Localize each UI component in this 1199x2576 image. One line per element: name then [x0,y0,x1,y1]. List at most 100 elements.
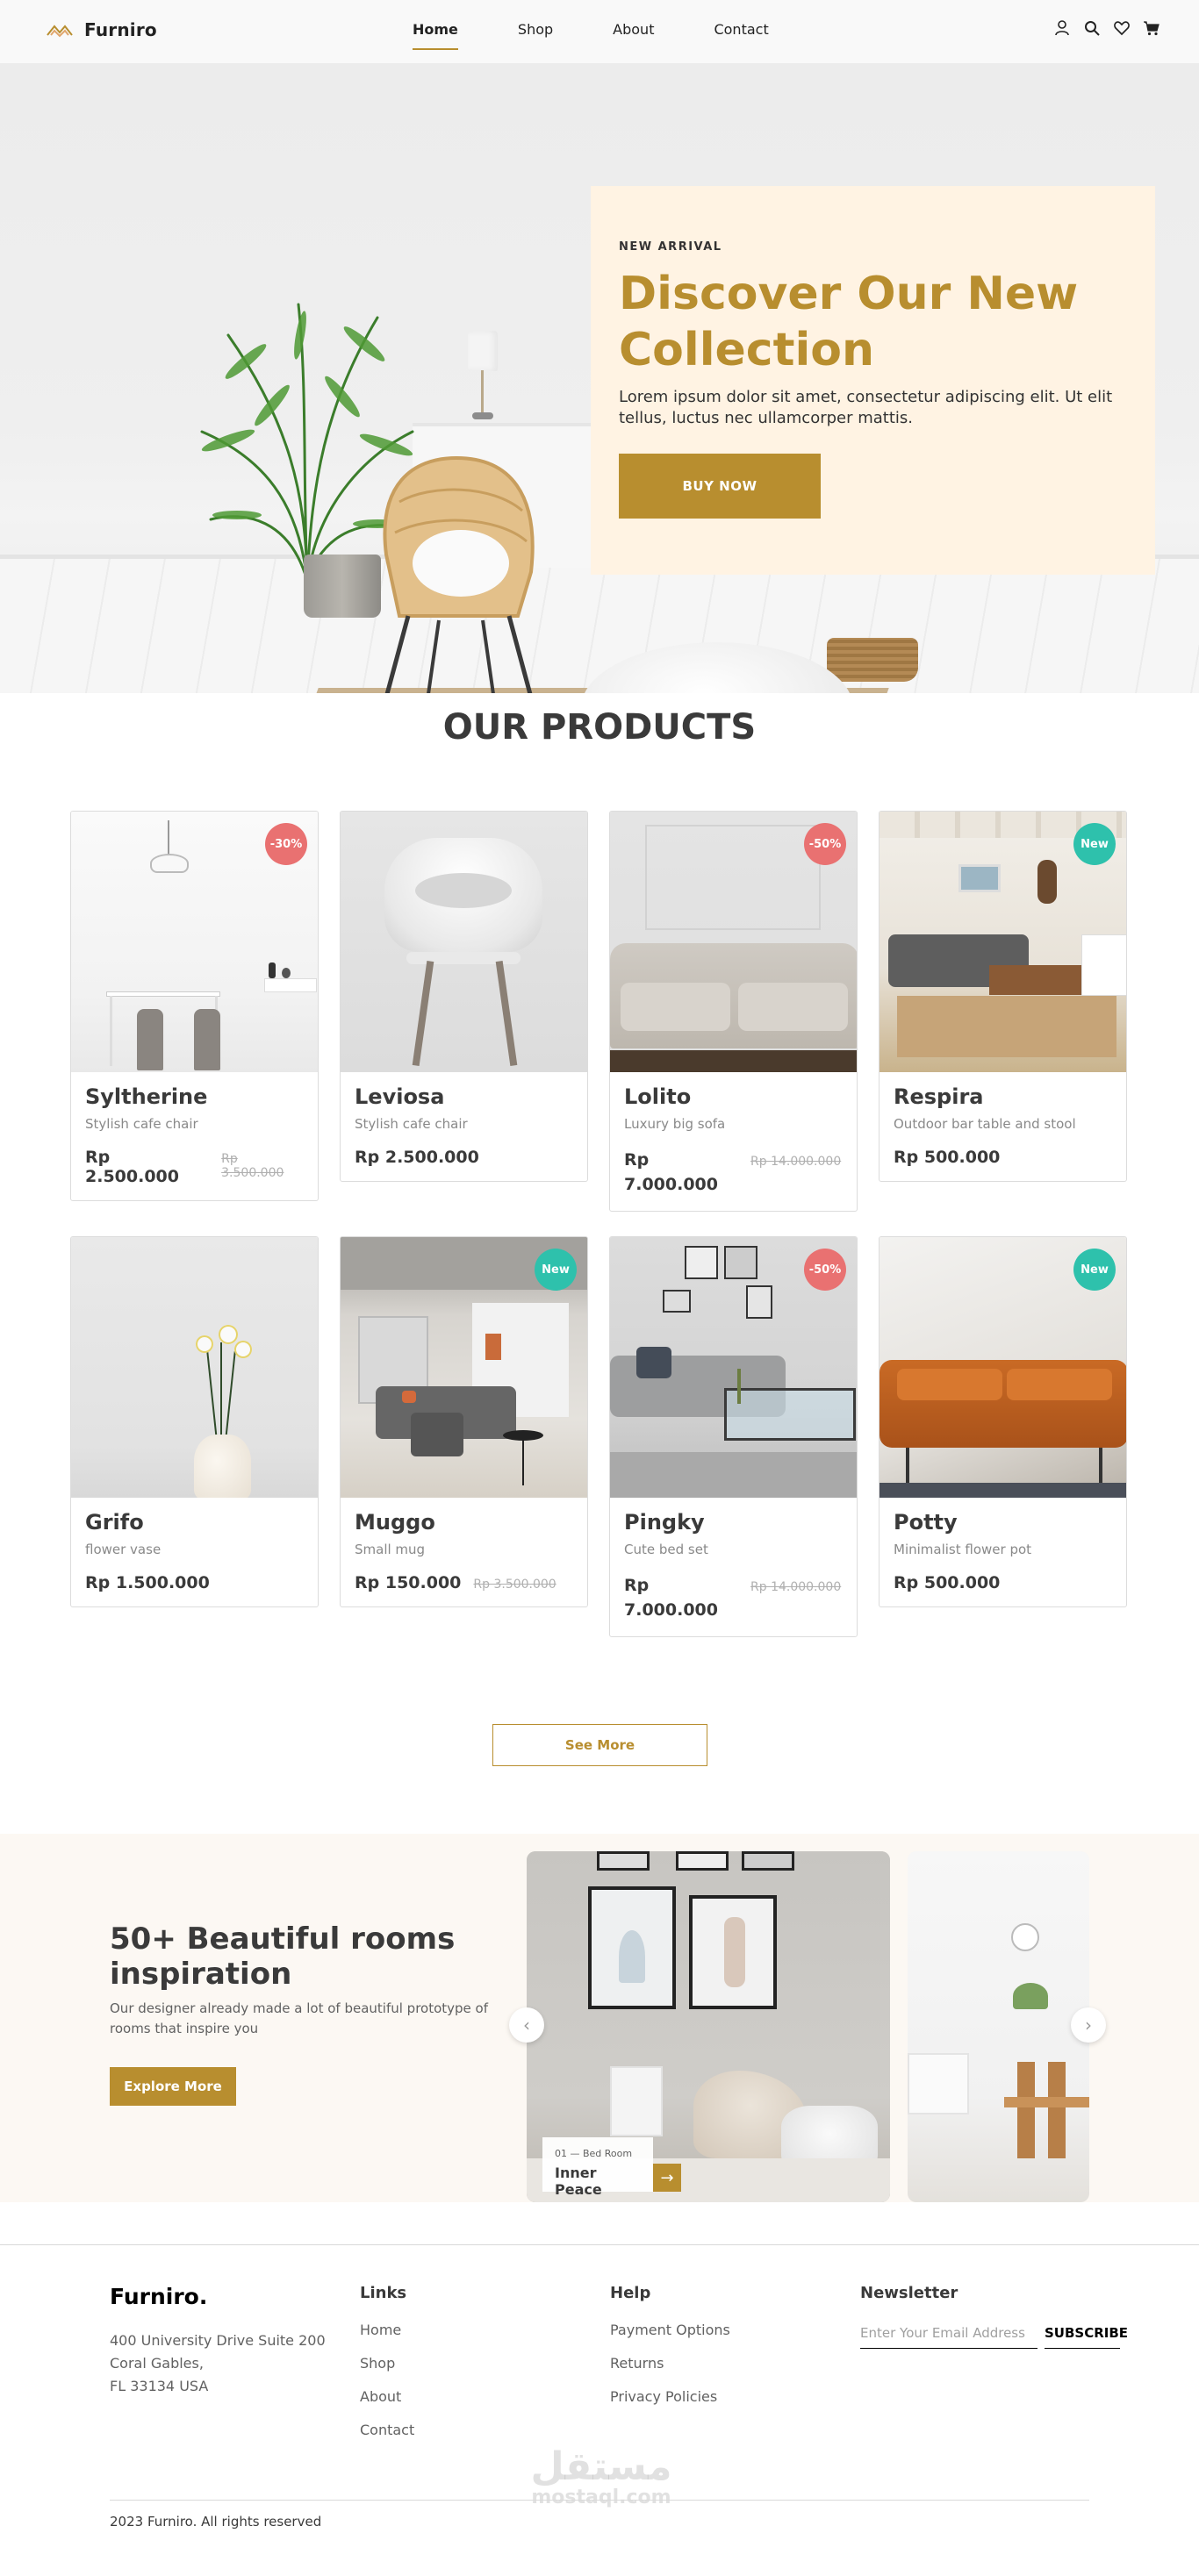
newsletter-email-input[interactable] [860,2322,1037,2349]
product-card[interactable]: Grifo flower vase Rp 1.500.000 [70,1236,319,1607]
product-old-price: Rp 3.500.000 [473,1578,556,1592]
product-image [71,1237,318,1498]
product-name: Syltherine [85,1084,208,1109]
product-old-price: Rp 14.000.000 [750,1155,842,1169]
product-name: Muggo [355,1510,435,1535]
hero-lamp-pole [481,370,484,414]
product-card[interactable]: New Muggo Small mug Rp 150.000 Rp 3.500.… [340,1236,588,1607]
product-name: Respira [894,1084,984,1109]
product-image: -50% [610,1237,857,1498]
footer-link-contact[interactable]: Contact [360,2422,414,2438]
hero-basket [827,638,918,682]
footer-help: Help Payment Options Returns Privacy Pol… [610,2284,730,2405]
footer-links: Links Home Shop About Contact [360,2284,414,2438]
hero-eyebrow: New Arrival [619,240,722,254]
room-slide-category: 01 — Bed Room [555,2148,633,2159]
products-section: OUR PRODUCTS -30% Syltherine Stylish caf… [0,693,1199,1897]
product-desc: Minimalist flower pot [894,1542,1032,1557]
rooms-title: 50+ Beautiful rooms inspiration [110,1921,456,1992]
footer-help-heading: Help [610,2284,651,2302]
discount-badge: -50% [804,1249,846,1291]
product-card[interactable]: Leviosa Stylish cafe chair Rp 2.500.000 [340,811,588,1182]
heart-icon[interactable] [1113,19,1131,37]
product-image: -50% [610,812,857,1072]
footer-link-about[interactable]: About [360,2388,414,2405]
search-icon[interactable] [1083,19,1101,37]
see-more-button[interactable]: See More [492,1724,707,1766]
nav-shop[interactable]: Shop [518,21,553,50]
discount-badge: -30% [265,823,307,865]
product-image: New [341,1237,587,1498]
product-name: Lolito [624,1084,692,1109]
nav-contact[interactable]: Contact [714,21,768,50]
nav-about[interactable]: About [613,21,654,50]
footer-link-shop[interactable]: Shop [360,2355,414,2372]
product-image [341,812,587,1072]
carousel-next-button[interactable]: › [1071,2007,1106,2043]
copyright: 2023 Furniro. All rights reserved [110,2514,322,2529]
product-desc: Cute bed set [624,1542,708,1557]
footer-link-returns[interactable]: Returns [610,2355,730,2372]
room-slide-label: 01 — Bed Room Inner Peace [542,2137,653,2198]
rooms-desc: Our designer already made a lot of beaut… [110,2000,489,2036]
arrow-right-icon[interactable]: → [653,2164,681,2192]
footer-link-home[interactable]: Home [360,2322,414,2338]
nav-icons [1053,19,1160,37]
product-card[interactable]: New Potty Minimalist flower pot Rp 500.0… [879,1236,1127,1607]
main-menu: Home Shop About Contact [413,21,829,50]
product-desc: Stylish cafe chair [355,1116,468,1132]
user-icon[interactable] [1053,19,1071,37]
hero-title: Discover Our New Collection [619,268,1079,376]
logo[interactable]: Furniro [46,19,157,40]
product-price: Rp 7.000.000 [624,1576,718,1620]
product-card[interactable]: -50% Lolito Luxury big sofa Rp 7.000.000… [609,811,858,1212]
hero-section: New Arrival Discover Our New Collection … [0,63,1199,693]
address-line: 400 University Drive Suite 200 [110,2332,326,2349]
product-image: New [880,812,1126,1072]
rooms-text: 50+ Beautiful rooms inspiration Our desi… [110,1921,505,2106]
footer-link-privacy-policies[interactable]: Privacy Policies [610,2388,730,2405]
product-name: Leviosa [355,1084,445,1109]
new-badge: New [1073,1249,1116,1291]
room-slide-main[interactable]: 01 — Bed Room Inner Peace → [527,1851,890,2202]
product-price: Rp 500.000 [894,1573,1001,1592]
product-name: Pingky [624,1510,705,1535]
hero-lamp-base [472,412,493,419]
watermark-domain: mostaql.com [531,2487,671,2508]
footer-brand: Furniro. [110,2284,208,2309]
watermark-arabic: مستقل [530,2444,672,2489]
products-title: OUR PRODUCTS [442,707,757,748]
top-navigation: Furniro Home Shop About Contact [0,0,1199,63]
product-price: Rp 2.500.000 [355,1148,479,1167]
address-line: FL 33134 USA [110,2378,209,2394]
address-line: Coral Gables, [110,2355,204,2372]
buy-now-button[interactable]: BUY NOW [619,454,821,519]
product-name: Grifo [85,1510,144,1535]
product-desc: Outdoor bar table and stool [894,1116,1076,1132]
product-old-price: Rp 14.000.000 [750,1580,842,1594]
product-desc: Stylish cafe chair [85,1116,198,1132]
hero-floor [0,559,1199,693]
product-name: Potty [894,1510,958,1535]
room-slide-secondary[interactable] [908,1851,1089,2202]
product-card[interactable]: New Respira Outdoor bar table and stool … [879,811,1127,1182]
product-grid: -30% Syltherine Stylish cafe chair Rp 2.… [70,811,1129,1637]
explore-more-button[interactable]: Explore More [110,2067,236,2106]
nav-home[interactable]: Home [413,21,458,50]
product-card[interactable]: -50% Pingky Cute bed set Rp 7.000.000 Rp… [609,1236,858,1637]
hero-chair-image [383,455,535,693]
new-badge: New [1073,823,1116,865]
footer-links-heading: Links [360,2284,407,2302]
product-price: Rp 2.500.000 [85,1148,179,1186]
product-desc: flower vase [85,1542,162,1557]
product-image: -30% [71,812,318,1072]
product-old-price: Rp 3.500.000 [221,1152,284,1180]
product-card[interactable]: -30% Syltherine Stylish cafe chair Rp 2.… [70,811,319,1201]
product-price: Rp 1.500.000 [85,1573,210,1592]
cart-icon[interactable] [1143,19,1160,37]
carousel-prev-button[interactable]: ‹ [509,2007,544,2043]
logo-mark-icon [47,25,73,38]
footer-address: 400 University Drive Suite 200 Coral Gab… [110,2329,338,2398]
subscribe-button[interactable]: SUBSCRIBE [1045,2322,1128,2349]
footer-link-payment-options[interactable]: Payment Options [610,2322,730,2338]
